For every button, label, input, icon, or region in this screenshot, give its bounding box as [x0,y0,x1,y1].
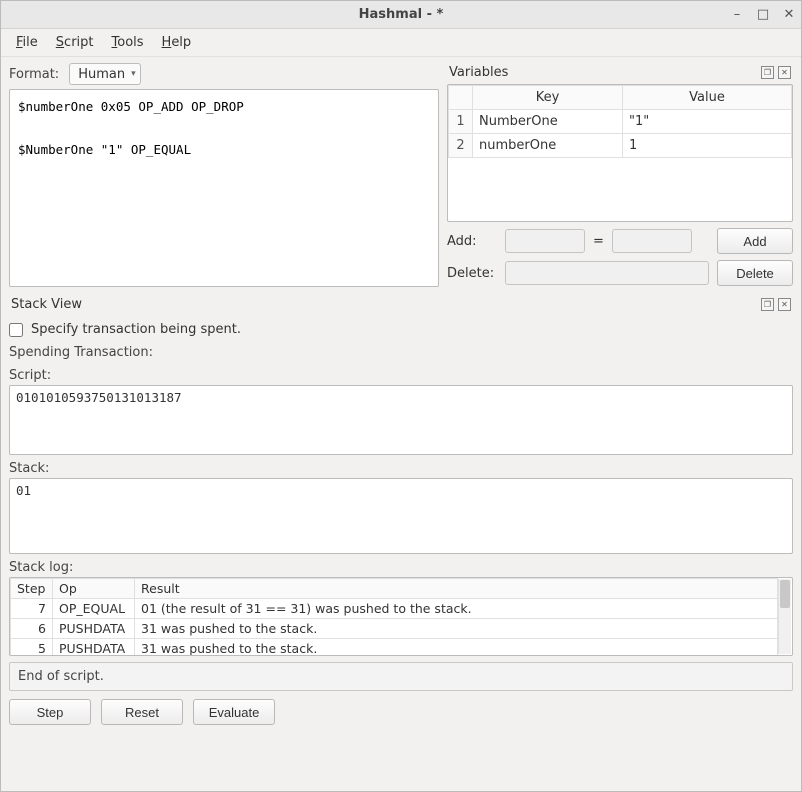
row-value[interactable]: "1" [623,110,792,134]
stacklog-label: Stack log: [9,560,793,575]
close-icon[interactable]: ✕ [783,9,795,21]
format-label: Format: [9,67,59,82]
log-scrollbar[interactable] [778,579,791,654]
content-area: Format: Human ▾ Variables ❐ ✕ [1,57,801,791]
menu-script[interactable]: Script [56,35,94,50]
log-result: 31 was pushed to the stack. [135,619,778,639]
add-label: Add: [447,234,497,249]
stackview-header: Stack View ❐ ✕ [9,295,793,316]
equals-label: = [593,234,604,249]
editor-pane: Format: Human ▾ [9,63,439,287]
delete-row: Delete: Delete [447,260,793,286]
detach-icon[interactable]: ❐ [761,298,774,311]
minimize-icon[interactable]: – [731,9,743,21]
script-editor[interactable] [9,89,439,287]
variables-table: Key Value 1 NumberOne "1" 2 numberOne 1 [448,85,792,158]
specify-tx-label: Specify transaction being spent. [31,322,241,337]
log-result: 31 was pushed to the stack. [135,639,778,657]
add-value-input[interactable] [612,229,692,253]
top-row: Format: Human ▾ Variables ❐ ✕ [9,63,793,287]
maximize-icon[interactable]: □ [757,9,769,21]
log-result: 01 (the result of 31 == 31) was pushed t… [135,599,778,619]
specify-tx-row: Specify transaction being spent. [9,322,793,337]
log-op: OP_EQUAL [53,599,135,619]
format-combo[interactable]: Human ▾ [69,63,140,85]
vartable-header-value[interactable]: Value [623,86,792,110]
variables-header: Variables ❐ ✕ [447,63,793,84]
vartable-header-key[interactable]: Key [473,86,623,110]
stack-view-pane: Stack View ❐ ✕ Specify transaction being… [9,295,793,725]
script-output-text: 0101010593750131013187 [16,390,182,405]
menubar: File Script Tools Help [1,29,801,57]
add-button[interactable]: Add [717,228,793,254]
log-header-step[interactable]: Step [11,579,53,599]
detach-icon[interactable]: ❐ [761,66,774,79]
menu-help[interactable]: Help [162,35,192,50]
stackview-label: Stack View [11,297,82,312]
stack-output[interactable]: 01 [9,478,793,554]
reset-button[interactable]: Reset [101,699,183,725]
log-step: 6 [11,619,53,639]
app-window: Hashmal - * – □ ✕ File Script Tools Help… [0,0,802,792]
stacklog-table: Step Op Result 7 OP_EQUAL 01 (the result… [10,578,778,656]
row-key[interactable]: numberOne [473,134,623,158]
add-row: Add: = Add [447,228,793,254]
stack-label: Stack: [9,461,793,476]
status-bar: End of script. [9,662,793,691]
stack-output-text: 01 [16,483,31,498]
variables-label: Variables [449,65,508,80]
scrollbar-thumb[interactable] [780,580,790,608]
format-row: Format: Human ▾ [9,63,439,85]
window-controls: – □ ✕ [731,9,795,21]
specify-tx-checkbox[interactable] [9,323,23,337]
delete-input[interactable] [505,261,709,285]
log-step: 5 [11,639,53,657]
step-button[interactable]: Step [9,699,91,725]
add-key-input[interactable] [505,229,585,253]
table-row[interactable]: 5 PUSHDATA 31 was pushed to the stack. [11,639,778,657]
close-panel-icon[interactable]: ✕ [778,66,791,79]
log-op: PUSHDATA [53,639,135,657]
bottom-buttons: Step Reset Evaluate [9,699,793,725]
vartable-corner [449,86,473,110]
log-op: PUSHDATA [53,619,135,639]
titlebar: Hashmal - * – □ ✕ [1,1,801,29]
variables-pane: Variables ❐ ✕ Key Value 1 [447,63,793,287]
variables-table-wrap: Key Value 1 NumberOne "1" 2 numberOne 1 [447,84,793,222]
delete-button[interactable]: Delete [717,260,793,286]
script-label: Script: [9,368,793,383]
spending-label: Spending Transaction: [9,345,793,360]
row-value[interactable]: 1 [623,134,792,158]
window-title: Hashmal - * [1,7,801,22]
row-index: 2 [449,134,473,158]
close-panel-icon[interactable]: ✕ [778,298,791,311]
row-index: 1 [449,110,473,134]
delete-label: Delete: [447,266,497,281]
menu-tools[interactable]: Tools [112,35,144,50]
table-row[interactable]: 6 PUSHDATA 31 was pushed to the stack. [11,619,778,639]
evaluate-button[interactable]: Evaluate [193,699,275,725]
log-step: 7 [11,599,53,619]
chevron-down-icon: ▾ [131,69,136,79]
stacklog-wrap: Step Op Result 7 OP_EQUAL 01 (the result… [9,577,793,656]
format-combo-value: Human [78,67,125,82]
log-header-result[interactable]: Result [135,579,778,599]
menu-file[interactable]: File [16,35,38,50]
row-key[interactable]: NumberOne [473,110,623,134]
log-header-op[interactable]: Op [53,579,135,599]
table-row[interactable]: 1 NumberOne "1" [449,110,792,134]
table-row[interactable]: 7 OP_EQUAL 01 (the result of 31 == 31) w… [11,599,778,619]
table-row[interactable]: 2 numberOne 1 [449,134,792,158]
script-output[interactable]: 0101010593750131013187 [9,385,793,455]
